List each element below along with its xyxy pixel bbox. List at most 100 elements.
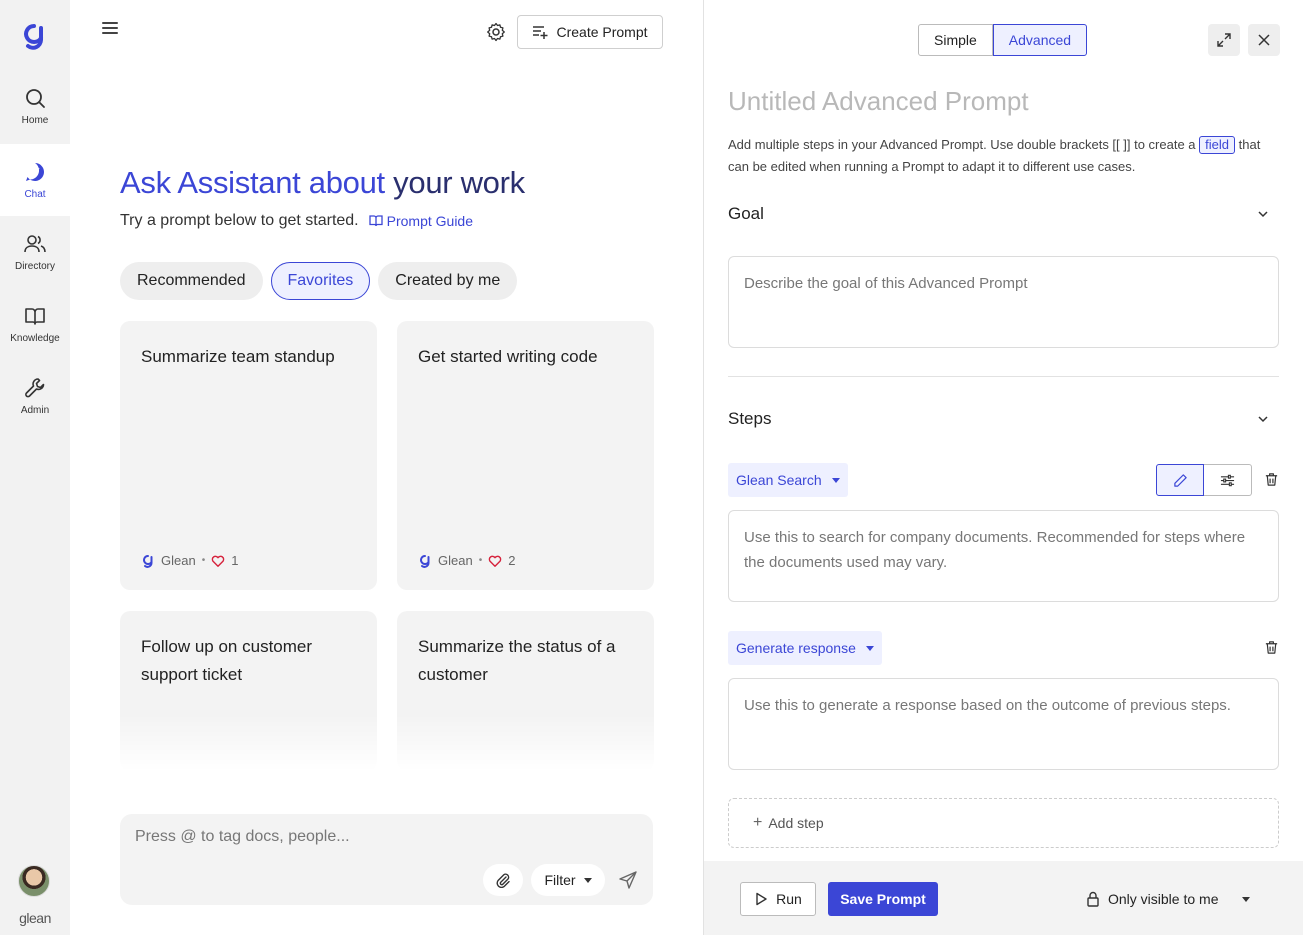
search-icon [26, 88, 45, 108]
expand-icon [1217, 33, 1231, 47]
subtitle-text: Try a prompt below to get started. [120, 212, 359, 229]
edit-mode-button[interactable] [1156, 464, 1204, 496]
rail-item-label: Chat [24, 188, 46, 200]
rail-item-label: Knowledge [10, 332, 60, 344]
trash-icon [1265, 473, 1278, 486]
chip-recommended[interactable]: Recommended [120, 262, 263, 300]
settings-mode-button[interactable] [1204, 464, 1252, 496]
prompt-guide-label: Prompt Guide [386, 213, 473, 229]
field-tag: field [1199, 136, 1236, 154]
glean-logo-icon [143, 554, 153, 568]
visibility-dropdown[interactable]: Only visible to me [1086, 882, 1251, 916]
chevron-down-icon [1242, 896, 1251, 902]
lock-icon [1087, 891, 1099, 907]
chat-composer[interactable]: Press @ to tag docs, people... Filter [120, 814, 653, 905]
chevron-down-icon [831, 477, 840, 483]
delete-step-button[interactable] [1264, 472, 1280, 488]
people-icon [24, 234, 46, 252]
pencil-icon [1173, 473, 1187, 487]
rail-item-admin[interactable]: Admin [0, 360, 70, 432]
step-type-dropdown[interactable]: Glean Search [728, 463, 848, 497]
rail-item-label: Directory [14, 260, 55, 272]
filter-dropdown[interactable]: Filter [531, 864, 605, 896]
panel-footer: Run Save Prompt Only visible to me [704, 861, 1303, 935]
mode-simple-option[interactable]: Simple [918, 24, 993, 56]
close-button[interactable] [1248, 24, 1280, 56]
add-list-icon [533, 26, 548, 39]
prompt-card[interactable]: Get started writing code Glean • 2 [397, 321, 654, 590]
rail-item-knowledge[interactable]: Knowledge [0, 288, 70, 360]
mode-toggle: Simple Advanced [918, 24, 1088, 56]
run-button[interactable]: Run [740, 882, 816, 916]
prompt-card-author: Glean [438, 553, 473, 568]
page-title: Ask Assistant about your work [120, 165, 525, 201]
prompt-guide-link[interactable]: Prompt Guide [368, 213, 473, 229]
prompt-card[interactable]: Summarize the status of a customer [397, 611, 654, 771]
heart-icon[interactable] [488, 554, 502, 568]
rail-item-directory[interactable]: Directory [0, 216, 70, 288]
step-instruction-input[interactable]: Use this to search for company documents… [728, 510, 1279, 602]
book-icon [25, 307, 45, 325]
rail-item-chat[interactable]: Chat [0, 144, 70, 216]
run-label: Run [776, 891, 802, 907]
step-instruction-input[interactable]: Use this to generate a response based on… [728, 678, 1279, 770]
chip-created-by-me[interactable]: Created by me [378, 262, 518, 300]
trash-icon [1265, 641, 1278, 654]
prompt-description: Add multiple steps in your Advanced Prom… [728, 134, 1278, 178]
save-prompt-button[interactable]: Save Prompt [828, 882, 938, 916]
chat-input-placeholder[interactable]: Press @ to tag docs, people... [135, 828, 350, 846]
prompt-card-author: Glean [161, 553, 196, 568]
separator-dot: • [478, 555, 483, 566]
prompt-card-likes: 2 [508, 553, 516, 568]
attach-button[interactable] [483, 864, 523, 896]
step-type-label: Generate response [736, 640, 856, 656]
delete-step-button[interactable] [1264, 640, 1280, 656]
glean-logo-icon[interactable] [20, 22, 48, 52]
prompt-editor-panel: Simple Advanced Untitled Advanced Prompt… [703, 0, 1303, 935]
mode-advanced-option[interactable]: Advanced [992, 24, 1088, 56]
prompt-card-meta: Glean • 2 [418, 553, 515, 568]
sliders-icon [1220, 474, 1235, 486]
prompt-card[interactable]: Summarize team standup Glean • 1 [120, 321, 377, 590]
chevron-down-icon [865, 645, 874, 651]
separator-dot: • [201, 555, 206, 566]
create-prompt-button[interactable]: Create Prompt [517, 15, 663, 49]
avatar[interactable] [18, 865, 50, 897]
wrench-icon [25, 377, 45, 397]
chevron-down-icon[interactable] [1256, 207, 1270, 221]
glean-wordmark: glean [19, 910, 51, 926]
close-icon [1258, 34, 1270, 46]
filter-label: Filter [544, 872, 576, 888]
chat-icon [26, 162, 44, 181]
send-icon[interactable] [618, 870, 638, 890]
add-step-label: Add step [768, 815, 824, 831]
prompt-title-input[interactable]: Untitled Advanced Prompt [728, 86, 1029, 117]
left-rail: Home Chat Directory Knowledge Admin glea… [0, 0, 70, 935]
heart-icon[interactable] [211, 554, 225, 568]
paperclip-icon [496, 873, 510, 888]
gear-icon[interactable] [486, 22, 506, 42]
add-step-button[interactable]: + Add step [728, 798, 1279, 848]
steps-heading: Steps [728, 409, 772, 428]
create-prompt-label: Create Prompt [556, 24, 648, 40]
section-divider [728, 376, 1279, 377]
page-title-accent: Ask Assistant about [120, 165, 385, 200]
step-type-label: Glean Search [736, 472, 822, 488]
visibility-label: Only visible to me [1108, 891, 1219, 907]
goal-input[interactable]: Describe the goal of this Advanced Promp… [728, 256, 1279, 348]
prompt-card-title: Summarize team standup [141, 347, 335, 366]
prompt-card[interactable]: Follow up on customer support ticket [120, 611, 377, 771]
chip-favorites[interactable]: Favorites [270, 262, 371, 300]
rail-item-label: Admin [20, 404, 50, 416]
prompt-card-title: Summarize the status of a customer [418, 637, 616, 684]
prompt-filter-chips: Recommended Favorites Created by me [120, 262, 518, 300]
chevron-down-icon[interactable] [1256, 412, 1270, 426]
play-icon [756, 892, 767, 906]
rail-item-label: Home [21, 114, 49, 126]
menu-icon[interactable] [102, 22, 118, 38]
prompt-card-title: Get started writing code [418, 347, 598, 366]
rail-item-home[interactable]: Home [0, 70, 70, 142]
expand-button[interactable] [1208, 24, 1240, 56]
chevron-down-icon [583, 877, 592, 883]
step-type-dropdown[interactable]: Generate response [728, 631, 882, 665]
